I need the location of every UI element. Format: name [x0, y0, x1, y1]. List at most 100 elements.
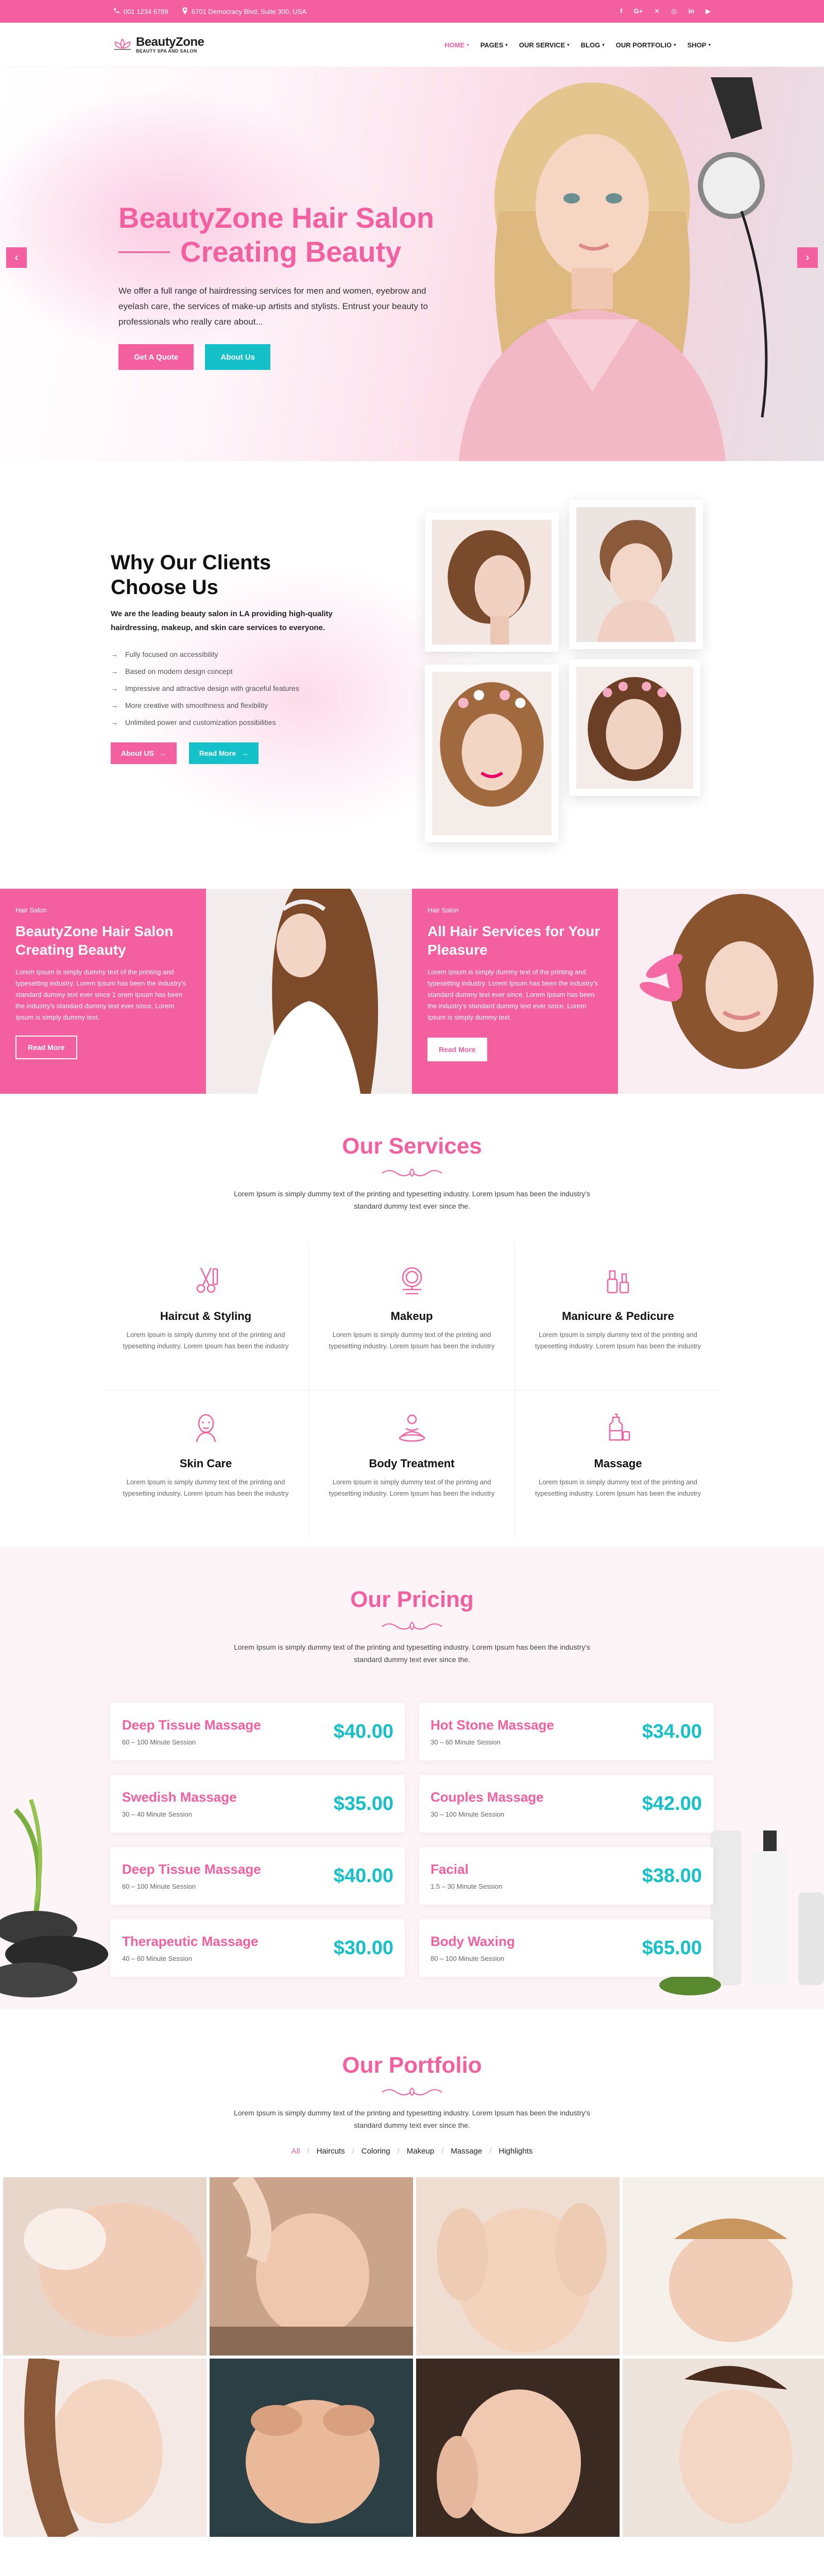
why-title-line-2: Choose Us [111, 576, 218, 599]
chevron-down-icon: ▾ [567, 42, 570, 47]
main-nav: HOME ▾ PAGES ▾ OUR SERVICE ▾ BLOG ▾ OUR PORT… [444, 41, 711, 49]
list-item: → Impressive and attractive design with g… [111, 680, 368, 697]
portfolio-item[interactable] [416, 2359, 620, 2537]
nav-item-shop[interactable]: SHOP ▾ [688, 41, 711, 49]
chevron-down-icon: ▾ [467, 42, 469, 47]
hairstyle-photo-4 [569, 659, 700, 796]
hairstyle-photo-1 [425, 513, 559, 652]
arrow-right-icon: → [111, 684, 118, 692]
price-duration: 30 – 60 Minute Session [431, 1738, 501, 1746]
slider-prev-button[interactable]: ‹ [6, 247, 27, 268]
spa-stones-decoration [0, 1799, 108, 1997]
filter-massage[interactable]: Massage [451, 2147, 482, 2156]
logo[interactable]: BeautyZone BEAUTY SPA AND SALON [113, 36, 204, 54]
slider-next-button[interactable]: › [797, 247, 818, 268]
google-plus-icon[interactable]: G+ [633, 7, 643, 15]
nav-item-pages[interactable]: PAGES ▾ [480, 41, 508, 49]
service-text: Lorem Ipsum is simply dummy text of the … [329, 1478, 495, 1497]
price-duration: 1.5 – 30 Minute Session [431, 1883, 503, 1890]
nav-item-our-portfolio[interactable]: OUR PORTFOLIO ▾ [616, 41, 676, 49]
price-card[interactable]: Hot Stone Massage 30 – 60 Minute Session $… [419, 1703, 713, 1760]
price-duration: 60 – 100 Minute Session [122, 1738, 196, 1746]
about-us-button[interactable]: About Us [205, 344, 271, 370]
service-card[interactable]: Manicure & Pedicure Lorem Ipsum is simpl… [515, 1243, 721, 1391]
nav-item-blog[interactable]: BLOG ▾ [581, 41, 605, 49]
phone-number: 001 1234 6789 [124, 7, 168, 15]
portfolio-item[interactable] [210, 2359, 413, 2537]
promo-title: All Hair Services for Your Pleasure [427, 923, 600, 958]
service-title: Skin Care [179, 1457, 232, 1470]
service-title: Makeup [390, 1310, 433, 1323]
filter-separator: / [307, 2147, 310, 2156]
chevron-down-icon: ▾ [674, 42, 676, 47]
brand-tagline: BEAUTY SPA AND SALON [136, 48, 197, 54]
price-card[interactable]: Body Waxing 80 – 100 Minute Session $65.00 [419, 1919, 713, 1977]
chevron-down-icon: ▾ [708, 42, 711, 47]
section-title: Our Pricing [350, 1587, 474, 1612]
service-card[interactable]: Massage Lorem Ipsum is simply dummy text… [515, 1391, 721, 1538]
service-title: Manicure & Pedicure [562, 1310, 674, 1323]
portfolio-item[interactable] [416, 2177, 620, 2355]
filter-coloring[interactable]: Coloring [362, 2147, 390, 2156]
price-card[interactable]: Deep Tissue Massage 60 – 100 Minute Sessi… [111, 1847, 405, 1905]
portfolio-item[interactable] [3, 2359, 207, 2537]
section-title: Our Portfolio [342, 2053, 482, 2078]
instagram-icon[interactable]: ◎ [671, 7, 677, 15]
price-card[interactable]: Deep Tissue Massage 60 – 100 Minute Sessi… [111, 1703, 405, 1760]
service-title: Body Treatment [369, 1457, 455, 1470]
service-text: Lorem Ipsum is simply dummy text of the … [123, 1331, 289, 1350]
lotus-logo-icon [114, 38, 131, 50]
filter-haircuts[interactable]: Haircuts [317, 2147, 345, 2156]
youtube-icon[interactable]: ▶ [706, 7, 711, 15]
price-card[interactable]: Swedish Massage 30 – 40 Minute Session $35… [111, 1775, 405, 1833]
get-a-quote-button[interactable]: Get A Quote [118, 344, 194, 370]
service-card[interactable]: Skin Care Lorem Ipsum is simply dummy te… [103, 1391, 309, 1538]
read-more-button[interactable]: Read More [15, 1036, 77, 1059]
price-value: $40.00 [333, 1720, 393, 1742]
price-duration: 40 – 60 Minute Session [122, 1955, 192, 1962]
promo-title: BeautyZone Hair Salon Creating Beauty [15, 923, 174, 958]
read-more-button[interactable]: Read More [427, 1038, 487, 1061]
portfolio-section: Our Portfolio Lorem Ipsum is simply dumm… [0, 2010, 824, 2544]
promo-card: Hair Salon All Hair Services for Your Pl… [412, 889, 618, 1094]
facebook-icon[interactable]: f [620, 7, 622, 15]
hero-title: BeautyZone Hair Salon [118, 201, 435, 234]
nav-item-home[interactable]: HOME ▾ [444, 41, 469, 49]
portfolio-item[interactable] [623, 2359, 824, 2537]
linkedin-icon[interactable]: in [688, 7, 694, 15]
portfolio-item[interactable] [623, 2177, 824, 2355]
filter-all[interactable]: All [291, 2147, 300, 2156]
price-card[interactable]: Facial 1.5 – 30 Minute Session $38.00 [419, 1847, 713, 1905]
service-card[interactable]: Makeup Lorem Ipsum is simply dummy text … [309, 1243, 515, 1391]
price-value: $42.00 [642, 1792, 702, 1815]
service-card[interactable]: Haircut & Styling Lorem Ipsum is simply … [103, 1243, 309, 1391]
massage-bottle-icon [609, 1413, 630, 1441]
filter-separator: / [397, 2147, 400, 2156]
portfolio-item[interactable] [3, 2177, 207, 2355]
filter-highlights[interactable]: Highlights [499, 2147, 533, 2156]
portfolio-item[interactable] [210, 2177, 413, 2355]
chevron-down-icon: ▾ [505, 42, 508, 47]
price-card[interactable]: Therapeutic Massage 40 – 60 Minute Sessio… [111, 1919, 405, 1977]
price-name: Swedish Massage [122, 1789, 237, 1805]
arrow-right-icon: → [111, 718, 118, 726]
why-title-line-1: Why Our Clients [111, 551, 271, 574]
price-value: $65.00 [642, 1937, 702, 1959]
service-text: Lorem Ipsum is simply dummy text of the … [329, 1331, 495, 1350]
address-text: 6701 Democracy Blvd, Suite 300, USA [191, 7, 307, 15]
service-text: Lorem Ipsum is simply dummy text of the … [535, 1331, 701, 1350]
about-us-button[interactable]: About US → [111, 742, 177, 764]
phone-icon [113, 7, 120, 15]
title-line-decoration [118, 251, 170, 253]
twitter-icon[interactable]: ✕ [654, 7, 660, 15]
makeup-mirror-icon [402, 1267, 422, 1295]
flourish-divider-icon [382, 1621, 442, 1631]
service-card[interactable]: Body Treatment Lorem Ipsum is simply dum… [309, 1391, 515, 1538]
price-card[interactable]: Couples Massage 30 – 100 Minute Session $4… [419, 1775, 713, 1833]
phone-info[interactable]: 001 1234 6789 [113, 7, 168, 15]
read-more-button[interactable]: Read More → [188, 742, 259, 764]
filter-makeup[interactable]: Makeup [407, 2147, 434, 2156]
list-item: → Unlimited power and customization possi… [111, 714, 368, 731]
nav-item-our-service[interactable]: OUR SERVICE ▾ [519, 41, 570, 49]
section-title: Our Services [342, 1133, 482, 1159]
